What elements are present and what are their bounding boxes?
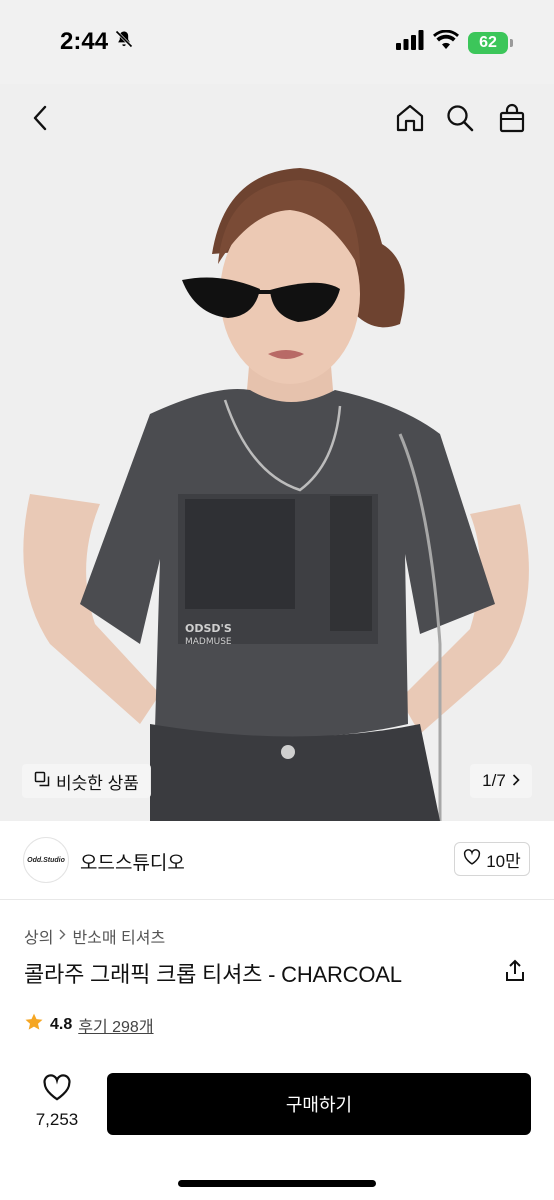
- status-time: 2:44: [60, 28, 109, 55]
- breadcrumb: 상의 반소매 티셔츠: [24, 924, 165, 948]
- cart-button[interactable]: [490, 98, 534, 142]
- heart-icon: [42, 1074, 72, 1106]
- reviews-link[interactable]: 후기 298개: [78, 1013, 153, 1037]
- store-logo[interactable]: Odd.Studio: [23, 837, 69, 883]
- similar-items-icon: [34, 771, 50, 792]
- cellular-signal-icon: [396, 30, 424, 55]
- search-icon: [445, 103, 475, 138]
- shopping-bag-icon: [498, 103, 526, 138]
- wishlist-count: 7,253: [35, 1110, 79, 1129]
- product-title: 콜라주 그래픽 크롭 티셔츠 - CHARCOAL: [24, 962, 402, 987]
- status-indicators: 62: [396, 29, 513, 55]
- svg-text:ODSD'S: ODSD'S: [185, 622, 232, 635]
- store-like-button[interactable]: 10만: [454, 842, 530, 876]
- bell-slash-icon: [114, 28, 134, 56]
- chevron-right-icon: [59, 927, 66, 945]
- home-button[interactable]: [388, 98, 432, 142]
- store-like-count: 10만: [486, 851, 521, 871]
- wifi-icon: [433, 29, 459, 55]
- star-icon: [24, 1012, 44, 1037]
- chevron-right-icon: [512, 771, 520, 791]
- similar-items-label: 비슷한 상품: [56, 773, 139, 793]
- wishlist-button[interactable]: 7,253: [30, 1074, 84, 1130]
- store-logo-text: Odd.Studio: [27, 856, 65, 864]
- share-button[interactable]: [500, 958, 530, 988]
- product-image-gallery[interactable]: ODSD'S MADMUSE 비슷한 상품 1/7: [0, 84, 554, 821]
- breadcrumb-category[interactable]: 상의: [24, 924, 53, 948]
- home-indicator: [178, 1180, 376, 1187]
- status-time-group: 2:44: [60, 28, 134, 56]
- rating-row: 4.8 후기 298개: [24, 1012, 154, 1037]
- rating-score: 4.8: [50, 1015, 73, 1033]
- search-button[interactable]: [438, 98, 482, 142]
- share-icon: [504, 959, 526, 988]
- product-photo: ODSD'S MADMUSE: [0, 84, 554, 821]
- gallery-page-indicator[interactable]: 1/7: [470, 764, 532, 798]
- battery-indicator: 62: [468, 31, 513, 54]
- store-name[interactable]: 오드스튜디오: [80, 848, 185, 875]
- similar-items-button[interactable]: 비슷한 상품: [22, 764, 151, 798]
- svg-text:MADMUSE: MADMUSE: [185, 637, 232, 647]
- buy-button[interactable]: 구매하기: [107, 1073, 531, 1135]
- page-indicator-text: 1/7: [482, 771, 506, 790]
- back-button[interactable]: [18, 98, 62, 142]
- heart-icon: [463, 848, 481, 870]
- breadcrumb-subcategory[interactable]: 반소매 티셔츠: [72, 924, 165, 948]
- home-icon: [395, 103, 425, 138]
- chevron-left-icon: [32, 105, 48, 136]
- store-info-row: Odd.Studio 오드스튜디오 10만: [0, 822, 554, 900]
- status-bar: 2:44 62: [0, 0, 554, 84]
